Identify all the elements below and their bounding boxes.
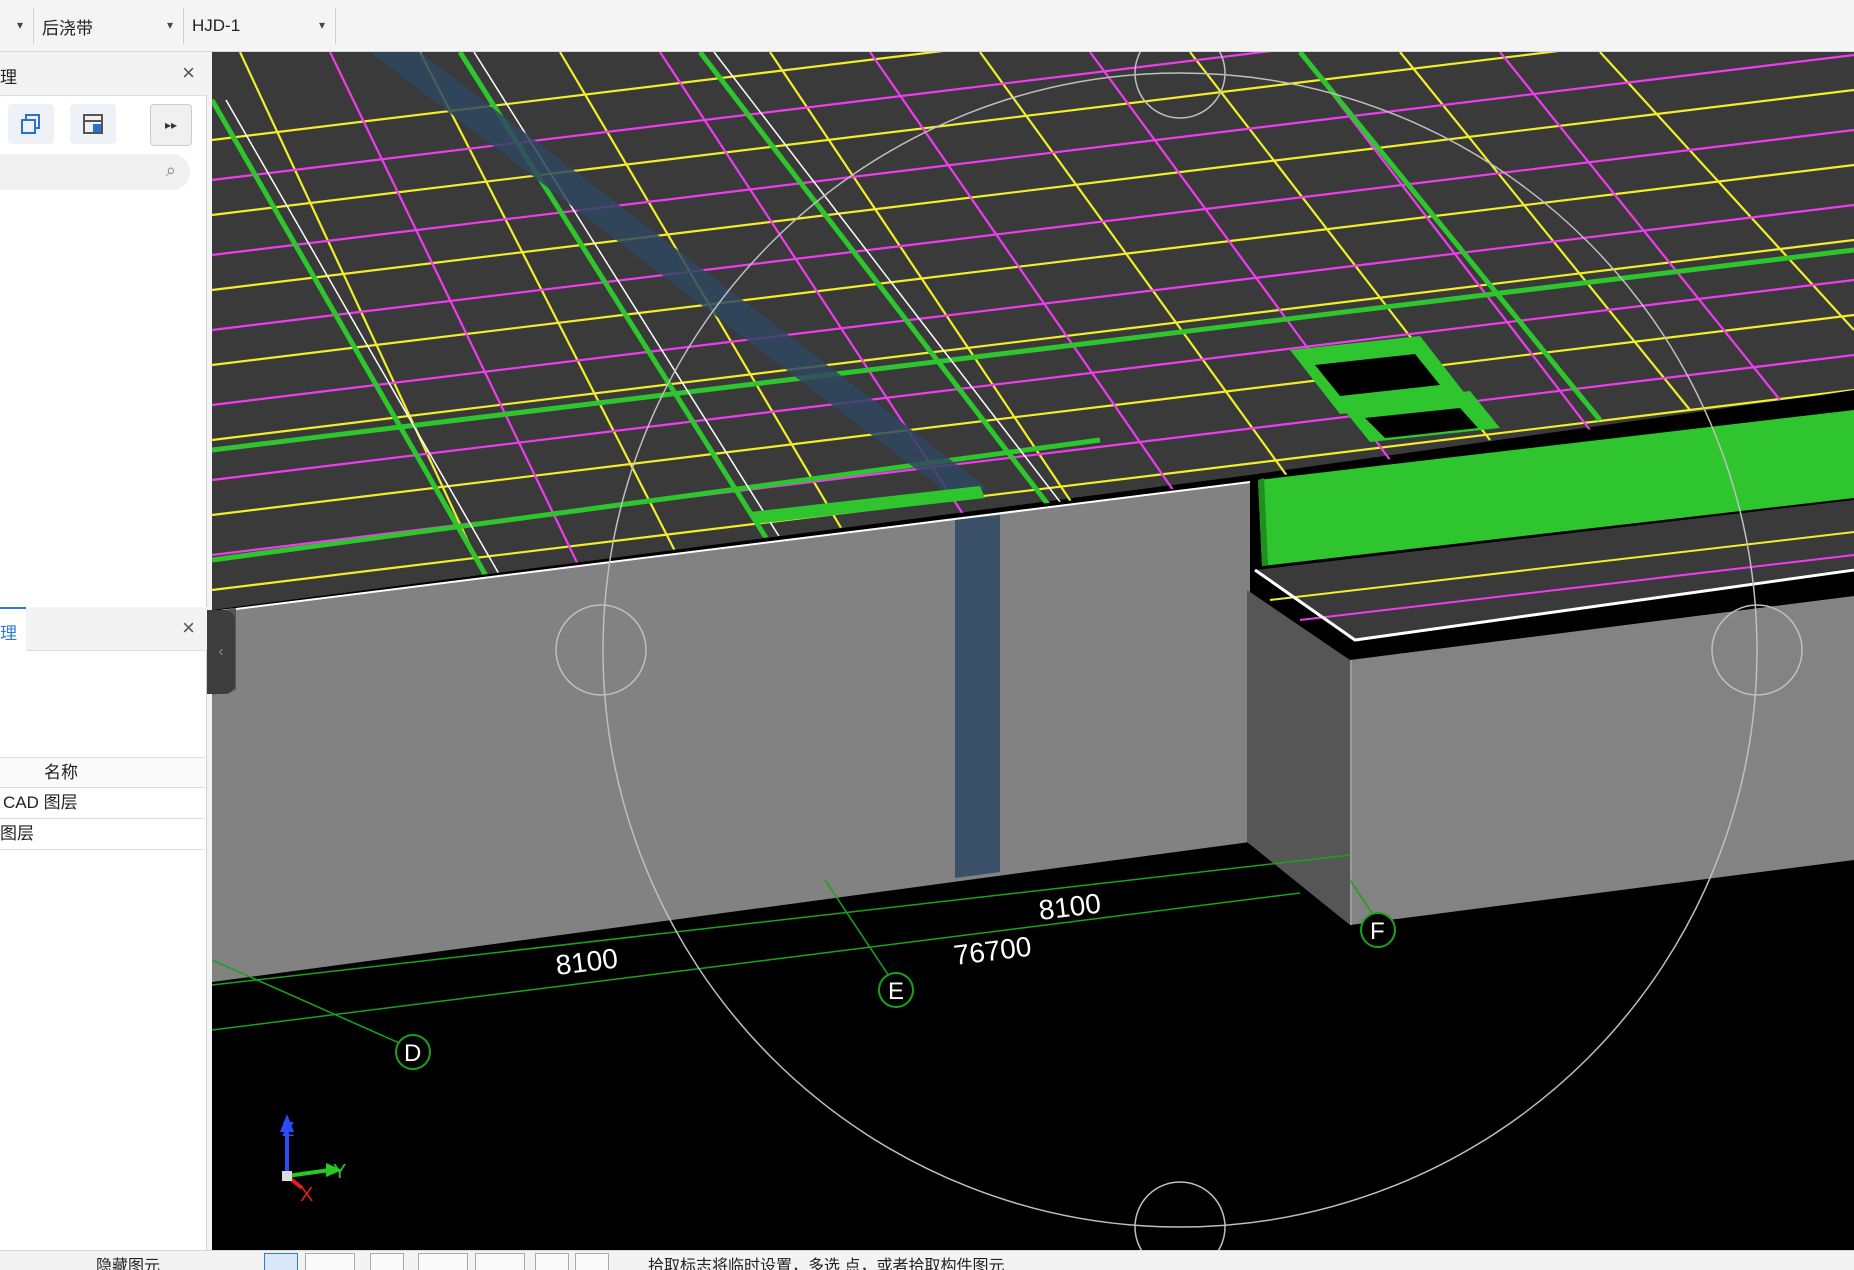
svg-text:D: D: [404, 1040, 421, 1067]
close-icon[interactable]: ×: [182, 60, 195, 86]
component-type-value: 后浇带: [42, 18, 93, 38]
search-input[interactable]: ⌕: [0, 154, 190, 190]
table-row[interactable]: CAD 图层: [0, 788, 205, 819]
column-header-name: 名称: [44, 763, 78, 782]
cross-select-button[interactable]: [370, 1253, 404, 1270]
copy-button[interactable]: [8, 104, 54, 144]
top-toolbar: ▾ 后浇带 ▾ HJD-1 ▾: [0, 0, 1854, 52]
dimension-8100-left: 8100: [554, 943, 620, 981]
chevron-left-icon: ‹: [218, 643, 224, 660]
close-icon[interactable]: ×: [182, 615, 195, 641]
axis-bubble-F: F: [1360, 912, 1396, 948]
axis-bubble-E: E: [878, 972, 914, 1008]
component-name-select[interactable]: HJD-1 ▾: [184, 8, 336, 44]
prev-combo[interactable]: ▾: [0, 8, 34, 44]
status-bar: 隐藏图元 拾取标志将临时设置，多选 点，或者拾取构件图元: [0, 1250, 1854, 1270]
point-select-button[interactable]: [475, 1253, 525, 1270]
svg-text:Y: Y: [333, 1161, 346, 1183]
component-type-select[interactable]: 后浇带 ▾: [34, 8, 184, 44]
3d-viewport[interactable]: 8100 8100 76700 D E F Z Y X: [212, 52, 1854, 1250]
model-canvas[interactable]: 8100 8100 76700 D E F Z Y X: [212, 52, 1854, 1250]
layer-name: 图层: [0, 824, 34, 843]
layer-select-button[interactable]: [535, 1253, 569, 1270]
double-chevron-right-icon: ▸▸: [164, 118, 178, 132]
layer-button[interactable]: [70, 104, 116, 144]
layer-icon: [83, 114, 103, 134]
panel-title: 理: [0, 68, 17, 87]
axis-bubble-D: D: [395, 1034, 431, 1070]
filter-select-button[interactable]: [575, 1253, 609, 1270]
svg-text:F: F: [1370, 918, 1385, 945]
tab-label: 理: [0, 624, 17, 643]
more-button[interactable]: ▸▸: [150, 104, 192, 146]
collapse-panel-button[interactable]: ‹: [207, 610, 235, 694]
layer-panel-header: 理 ×: [0, 607, 207, 651]
component-panel-header: 理 ×: [0, 52, 207, 96]
svg-text:E: E: [888, 978, 904, 1005]
axis-triad: Z Y X: [280, 1114, 346, 1206]
dimension-total: 76700: [952, 931, 1033, 971]
svg-text:Z: Z: [282, 1119, 294, 1141]
line-select-button[interactable]: [418, 1253, 468, 1270]
hidden-elements-label: 隐藏图元: [96, 1258, 161, 1270]
copy-icon: [21, 114, 40, 134]
dimension-8100-right: 8100: [1037, 888, 1103, 926]
status-hint: 拾取标志将临时设置，多选 点，或者拾取构件图元: [648, 1258, 1005, 1270]
tab-layer-management[interactable]: 理: [0, 607, 26, 651]
layer-name: CAD 图层: [3, 793, 78, 812]
layer-table: 名称 CAD 图层 图层: [0, 757, 205, 850]
table-row[interactable]: 图层: [0, 819, 205, 850]
chevron-down-icon: ▾: [318, 18, 325, 32]
chevron-down-icon: ▾: [16, 18, 23, 32]
select-mode-button[interactable]: [264, 1253, 298, 1270]
chevron-down-icon: ▾: [166, 18, 173, 32]
table-header: 名称: [0, 757, 205, 788]
left-panel: 理 × ▸▸ ⌕ 理 × 名称 CAD 图层 图层: [0, 52, 207, 1250]
svg-text:X: X: [300, 1184, 313, 1206]
search-icon: ⌕: [165, 160, 176, 180]
box-select-button[interactable]: [305, 1253, 355, 1270]
component-name-value: HJD-1: [192, 16, 241, 35]
